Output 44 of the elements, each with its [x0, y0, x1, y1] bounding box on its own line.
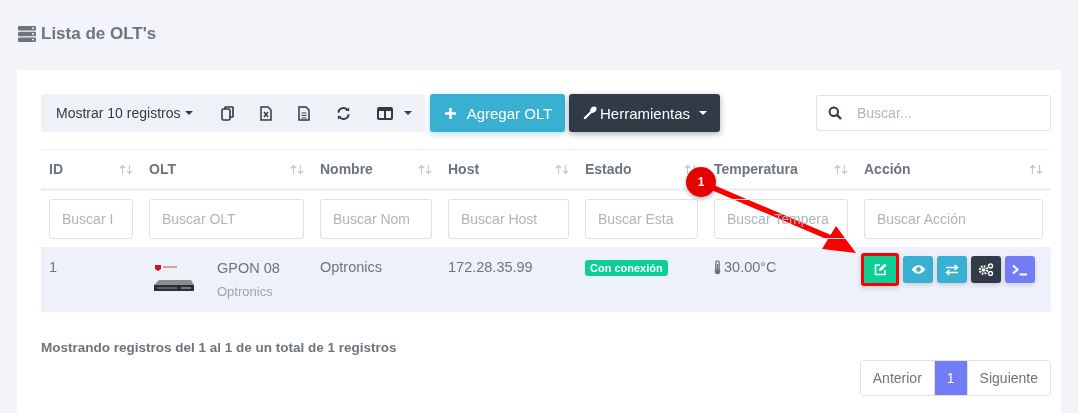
table-cell: 1 [49, 259, 58, 275]
column-header[interactable]: OLT [149, 161, 176, 177]
gears-icon [978, 263, 994, 276]
column-header[interactable]: Estado [585, 161, 632, 177]
document-icon [298, 105, 311, 121]
column-header[interactable]: Temperatura [714, 161, 798, 177]
table-cell: 172.28.35.99 [448, 259, 533, 275]
add-olt-button[interactable]: Agregar OLT [430, 94, 566, 132]
column-filter-field[interactable]: Buscar Nom [320, 199, 432, 239]
column-header[interactable]: Acción [864, 161, 911, 177]
edit-icon [873, 263, 887, 276]
column-header[interactable]: ID [49, 161, 63, 177]
edit-button[interactable] [861, 253, 899, 286]
columns-icon [377, 106, 394, 120]
olt-name: GPON 08 [217, 260, 280, 276]
pagination-button[interactable]: 1 [933, 361, 967, 395]
column-filter-field[interactable]: Buscar Esta [585, 199, 698, 239]
tools-dropdown-button[interactable]: Herramientas [569, 94, 721, 132]
temperature-value: 30.00°C [724, 259, 777, 275]
thermometer-icon [714, 260, 721, 275]
server-icon [18, 26, 36, 42]
column-filter-field[interactable]: Buscar I [49, 199, 133, 239]
column-header[interactable]: Host [448, 161, 480, 177]
table-cell: Optronics [320, 259, 383, 275]
copy-icon [221, 105, 235, 121]
status-badge: Con conexión [585, 260, 668, 276]
column-filter-field[interactable]: Buscar Host [448, 199, 569, 239]
olt-brand: Optronics [217, 284, 274, 299]
pagination-button[interactable]: Siguiente [966, 361, 1050, 395]
page-title: Lista de OLT's [41, 24, 157, 44]
column-header[interactable]: Nombre [320, 161, 373, 177]
column-filter-field[interactable]: Buscar Acción [864, 199, 1043, 239]
table-info: Mostrando registros del 1 al 1 de un total de 1 registros [41, 340, 398, 355]
eye-icon [910, 264, 926, 275]
view-button[interactable] [903, 256, 933, 283]
settings-button[interactable] [971, 256, 1001, 283]
swap-icon [945, 263, 959, 276]
search-field[interactable]: Buscar... [816, 95, 1051, 131]
length-menu-button[interactable]: Mostrar 10 registros [41, 94, 209, 132]
reload-icon [336, 105, 352, 121]
column-filter-field[interactable]: Buscar OLT [149, 199, 304, 239]
plus-icon [443, 106, 457, 120]
terminal-icon [1012, 263, 1028, 276]
excel-file-icon [260, 105, 273, 121]
